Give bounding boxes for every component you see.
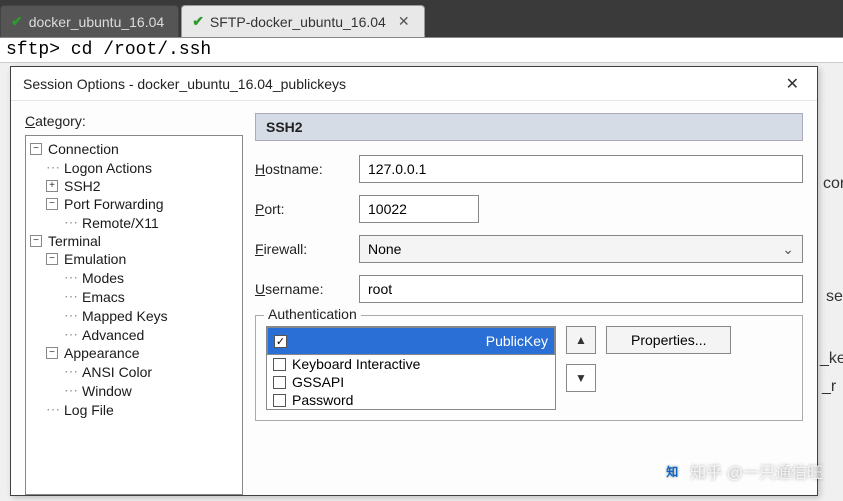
firewall-label: Firewall: — [255, 241, 359, 257]
tree-item-terminal[interactable]: Terminal — [48, 233, 101, 249]
tree-item-appearance[interactable]: Appearance — [64, 345, 140, 361]
check-icon: ✔ — [11, 13, 23, 30]
auth-option-gssapi[interactable]: GSSAPI — [267, 373, 555, 391]
port-input[interactable] — [359, 195, 479, 223]
checkbox-icon[interactable] — [273, 394, 286, 407]
watermark-text: 知乎 @一只通信旺 — [690, 459, 823, 483]
tree-item-connection[interactable]: Connection — [48, 141, 119, 157]
tree-item-advanced[interactable]: Advanced — [82, 327, 144, 343]
tab-sftp-docker[interactable]: ✔ SFTP-docker_ubuntu_16.04 ✕ — [181, 5, 424, 37]
authentication-list[interactable]: ✓ PublicKey Keyboard Interactive GSSAPI — [266, 326, 556, 410]
tab-label: SFTP-docker_ubuntu_16.04 — [210, 14, 386, 30]
terminal-prompt-line: sftp> cd /root/.ssh — [0, 38, 843, 63]
tree-item-remote-x11[interactable]: Remote/X11 — [82, 215, 159, 231]
hostname-input[interactable] — [359, 155, 803, 183]
category-label: Category: — [25, 113, 243, 129]
tree-item-ansi-color[interactable]: ANSI Color — [82, 364, 152, 380]
category-column: Category: −Connection ⋯Logon Actions +SS… — [25, 113, 243, 495]
chevron-down-icon: ⌄ — [782, 241, 794, 258]
tree-item-emulation[interactable]: Emulation — [64, 251, 126, 267]
hostname-label: Hostname: — [255, 161, 359, 177]
close-icon[interactable]: ✕ — [398, 13, 410, 30]
port-label: Port: — [255, 201, 359, 217]
bg-text: cor — [823, 175, 843, 193]
arrow-up-icon: ▲ — [575, 333, 587, 347]
section-header-ssh2: SSH2 — [255, 113, 803, 141]
bg-text: _r — [822, 378, 836, 396]
collapse-icon[interactable]: − — [46, 253, 58, 265]
move-down-button[interactable]: ▼ — [566, 364, 596, 392]
checkbox-icon[interactable] — [273, 358, 286, 371]
tab-label: docker_ubuntu_16.04 — [29, 14, 164, 30]
category-tree[interactable]: −Connection ⋯Logon Actions +SSH2 −Port F… — [25, 135, 243, 495]
check-icon: ✔ — [192, 13, 204, 30]
authentication-legend: Authentication — [264, 306, 361, 322]
collapse-icon[interactable]: − — [30, 143, 42, 155]
move-up-button[interactable]: ▲ — [566, 326, 596, 354]
firewall-select[interactable]: None ⌄ — [359, 235, 803, 263]
watermark: 知 知乎 @一只通信旺 — [662, 459, 823, 483]
arrow-down-icon: ▼ — [575, 371, 587, 385]
close-button[interactable]: ✕ — [780, 74, 805, 94]
tree-item-mapped-keys[interactable]: Mapped Keys — [82, 308, 168, 324]
auth-option-keyboard-interactive[interactable]: Keyboard Interactive — [267, 355, 555, 373]
auth-option-password[interactable]: Password — [267, 391, 555, 409]
username-input[interactable] — [359, 275, 803, 303]
checkbox-icon[interactable] — [273, 376, 286, 389]
dialog-title: Session Options - docker_ubuntu_16.04_pu… — [23, 76, 346, 92]
zhihu-logo-icon: 知 — [662, 461, 682, 481]
expand-icon[interactable]: + — [46, 180, 58, 192]
tree-item-window[interactable]: Window — [82, 383, 132, 399]
bg-text: _ke — [820, 350, 843, 368]
auth-option-publickey[interactable]: ✓ PublicKey — [267, 327, 555, 355]
firewall-value: None — [368, 241, 401, 257]
tab-docker[interactable]: ✔ docker_ubuntu_16.04 — [0, 5, 179, 37]
authentication-group: Authentication ✓ PublicKey Keyboard Inte… — [255, 315, 803, 421]
collapse-icon[interactable]: − — [46, 198, 58, 210]
tree-item-logon-actions[interactable]: Logon Actions — [64, 160, 152, 176]
tree-item-modes[interactable]: Modes — [82, 270, 124, 286]
dialog-titlebar: Session Options - docker_ubuntu_16.04_pu… — [11, 67, 817, 101]
collapse-icon[interactable]: − — [46, 347, 58, 359]
settings-pane: SSH2 Hostname: Port: Firewall: None ⌄ Us… — [255, 113, 803, 495]
properties-button[interactable]: Properties... — [606, 326, 731, 354]
tree-item-port-forwarding[interactable]: Port Forwarding — [64, 196, 164, 212]
tree-item-log-file[interactable]: Log File — [64, 402, 114, 418]
tree-item-ssh2[interactable]: SSH2 — [64, 178, 101, 194]
username-label: Username: — [255, 281, 359, 297]
tab-strip: ✔ docker_ubuntu_16.04 ✔ SFTP-docker_ubun… — [0, 0, 843, 38]
collapse-icon[interactable]: − — [30, 235, 42, 247]
session-options-dialog: Session Options - docker_ubuntu_16.04_pu… — [10, 66, 818, 496]
tree-item-emacs[interactable]: Emacs — [82, 289, 125, 305]
bg-text: se — [826, 288, 843, 306]
checkbox-icon[interactable]: ✓ — [274, 335, 287, 348]
